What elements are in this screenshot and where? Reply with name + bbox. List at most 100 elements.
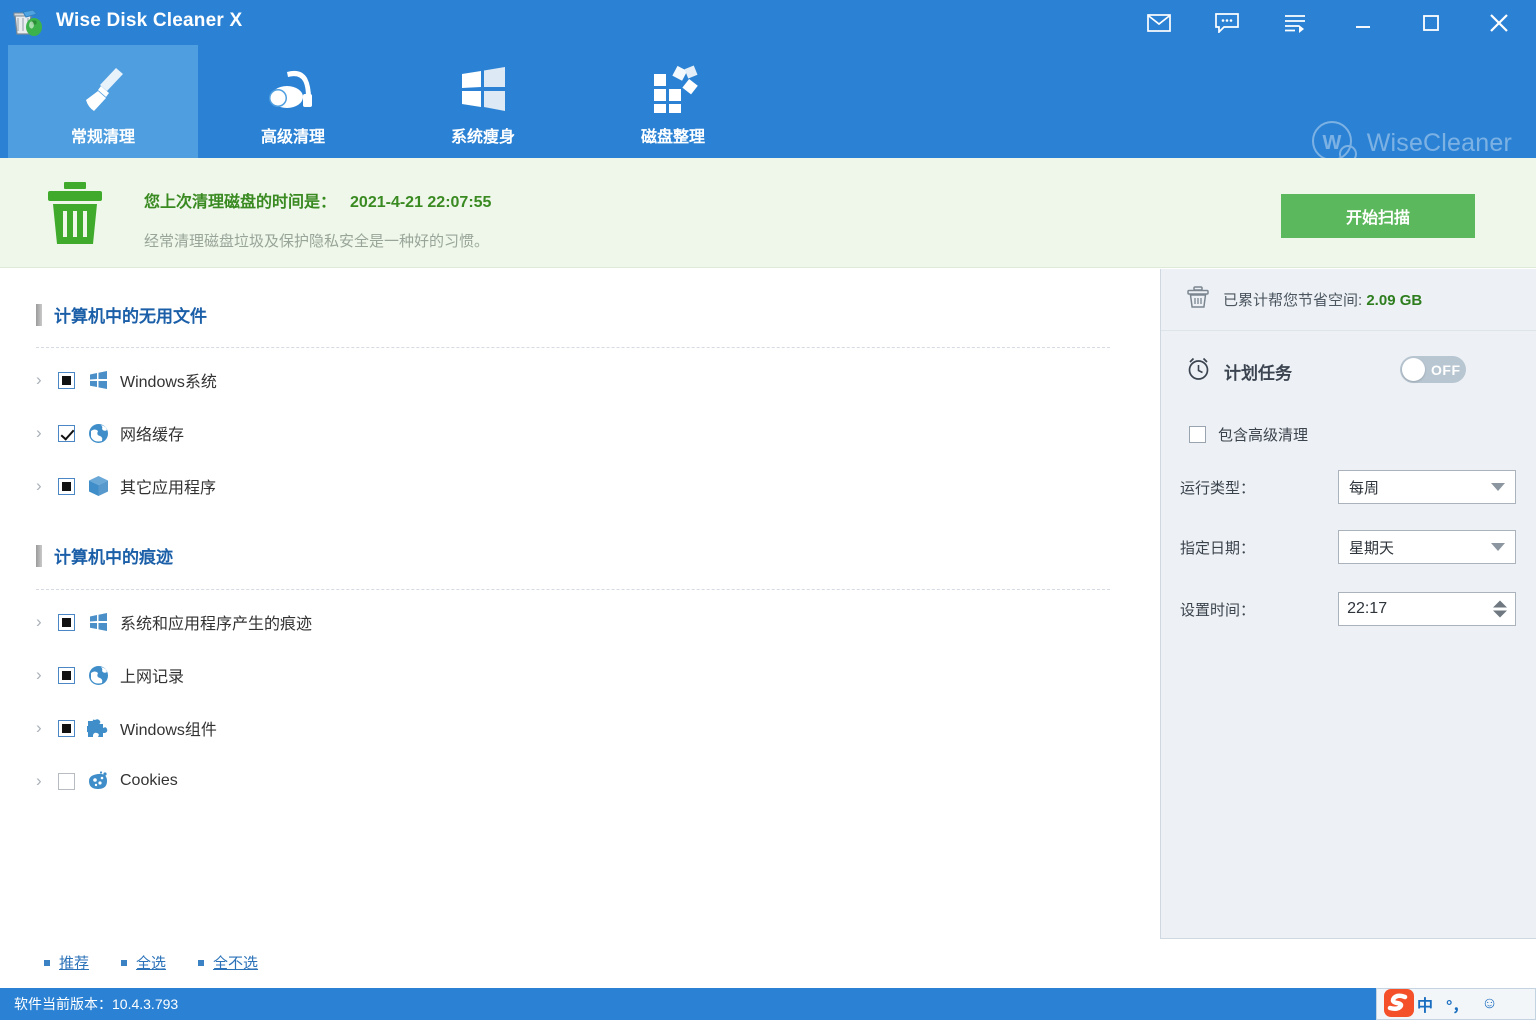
checkbox[interactable] <box>58 372 75 389</box>
mail-icon[interactable] <box>1125 0 1193 45</box>
schedule-task-row: 计划任务 <box>1185 355 1292 387</box>
run-type-value: 每周 <box>1349 477 1379 498</box>
tab-advanced-clean[interactable]: 高级清理 <box>198 45 388 158</box>
start-scan-button[interactable]: 开始扫描 <box>1281 194 1475 238</box>
link-recommended[interactable]: 推荐 <box>44 952 89 973</box>
checkbox[interactable] <box>58 614 75 631</box>
app-logo-icon <box>9 9 51 37</box>
windows-flag-icon <box>87 369 109 391</box>
bullet-icon <box>44 960 50 966</box>
list-item-label: 其它应用程序 <box>120 474 216 498</box>
list-item-label: Windows组件 <box>120 716 217 740</box>
run-type-select[interactable]: 每周 <box>1338 470 1516 504</box>
section-divider <box>36 347 1110 348</box>
chevron-right-icon[interactable]: › <box>36 612 58 632</box>
ime-emoji[interactable]: ☺ <box>1481 995 1497 1013</box>
list-item-other-apps[interactable]: › 其它应用程序 <box>36 469 1110 503</box>
space-saved-text: 已累计帮您节省空间: 2.09 GB <box>1223 289 1422 310</box>
tab-label: 系统瘦身 <box>451 123 515 147</box>
run-type-field: 运行类型： 每周 <box>1180 469 1516 505</box>
tab-label: 磁盘整理 <box>641 123 705 147</box>
brand-watermark-text: WiseCleaner <box>1367 129 1512 158</box>
chevron-right-icon[interactable]: › <box>36 423 58 443</box>
chevron-right-icon[interactable]: › <box>36 665 58 685</box>
checkbox[interactable] <box>58 425 75 442</box>
section-accent-bar <box>36 545 42 567</box>
list-item-windows-components[interactable]: › Windows组件 <box>36 711 1110 745</box>
list-item-browsing-history[interactable]: › 上网记录 <box>36 658 1110 692</box>
broom-icon <box>76 61 130 117</box>
list-item-windows-system[interactable]: › Windows系统 <box>36 363 1110 397</box>
toggle-state-label: OFF <box>1431 362 1461 378</box>
section-header-traces: 计算机中的痕迹 <box>36 543 173 568</box>
spinner-arrows[interactable] <box>1493 601 1507 618</box>
chevron-right-icon[interactable]: › <box>36 370 58 390</box>
chevron-right-icon[interactable]: › <box>36 718 58 738</box>
checkbox[interactable] <box>58 773 75 790</box>
close-icon[interactable] <box>1465 0 1533 45</box>
ime-punctuation[interactable]: °， <box>1446 992 1468 1016</box>
sogou-ime-logo-icon[interactable] <box>1380 986 1416 1020</box>
cookie-icon <box>87 770 109 792</box>
section-title: 计算机中的痕迹 <box>54 543 173 568</box>
list-item-label: 系统和应用程序产生的痕迹 <box>120 610 312 634</box>
arrow-down-icon[interactable] <box>1493 611 1507 618</box>
list-item-web-cache[interactable]: › 网络缓存 <box>36 416 1110 450</box>
version-text: 软件当前版本：10.4.3.793 <box>14 994 178 1014</box>
link-select-all[interactable]: 全选 <box>121 952 166 973</box>
run-time-field: 设置时间： 22:17 <box>1180 591 1516 627</box>
checkbox[interactable] <box>58 720 75 737</box>
include-advanced-clean-checkbox[interactable]: 包含高级清理 <box>1189 424 1308 445</box>
trash-can-icon <box>44 180 106 251</box>
space-saved-value: 2.09 GB <box>1366 292 1422 309</box>
list-item-label: Windows系统 <box>120 368 217 392</box>
status-bar: 软件当前版本：10.4.3.793 <box>0 988 1536 1020</box>
chevron-right-icon[interactable]: › <box>36 771 58 791</box>
bullet-icon <box>198 960 204 966</box>
list-item-system-traces[interactable]: › 系统和应用程序产生的痕迹 <box>36 605 1110 639</box>
checkbox[interactable] <box>1189 426 1206 443</box>
puzzle-piece-icon <box>87 717 109 739</box>
list-item-label: Cookies <box>120 772 178 790</box>
menu-icon[interactable] <box>1261 0 1329 45</box>
run-time-spinner[interactable]: 22:17 <box>1338 592 1516 626</box>
title-bar: Wise Disk Cleaner X <box>0 0 1536 45</box>
ime-mode-chinese[interactable]: 中 <box>1417 992 1433 1016</box>
window-title: Wise Disk Cleaner X <box>56 10 242 32</box>
run-time-value: 22:17 <box>1347 600 1387 618</box>
run-time-label: 设置时间： <box>1180 599 1338 620</box>
checkbox[interactable] <box>58 478 75 495</box>
link-label: 推荐 <box>59 952 89 973</box>
toggle-knob <box>1402 358 1425 381</box>
link-select-none[interactable]: 全不选 <box>198 952 258 973</box>
run-type-label: 运行类型： <box>1180 477 1338 498</box>
last-clean-line: 您上次清理磁盘的时间是：2021-4-21 22:07:55 <box>144 188 491 212</box>
last-clean-date: 2021-4-21 22:07:55 <box>350 194 491 211</box>
selection-links: 推荐 全选 全不选 <box>0 940 1160 985</box>
list-item-cookies[interactable]: › Cookies <box>36 764 1110 798</box>
maximize-icon[interactable] <box>1397 0 1465 45</box>
minimize-icon[interactable] <box>1329 0 1397 45</box>
schedule-toggle[interactable]: OFF <box>1400 356 1466 383</box>
checkbox[interactable] <box>58 667 75 684</box>
sogou-ime-toolbar[interactable]: 中 °， ☺ <box>1376 988 1536 1020</box>
chevron-right-icon[interactable]: › <box>36 476 58 496</box>
clean-items-list: 计算机中的无用文件 › Windows系统 › 网络缓存 › 其它应用程 <box>0 269 1160 939</box>
tab-system-slimming[interactable]: 系统瘦身 <box>388 45 578 158</box>
feedback-icon[interactable] <box>1193 0 1261 45</box>
run-date-select[interactable]: 星期天 <box>1338 530 1516 564</box>
list-item-label: 上网记录 <box>120 663 184 687</box>
windows-flag-icon <box>87 611 109 633</box>
include-advanced-clean-label: 包含高级清理 <box>1218 424 1308 445</box>
list-item-label: 网络缓存 <box>120 421 184 445</box>
arrow-up-icon[interactable] <box>1493 601 1507 608</box>
wise-disk-cleaner-window: Wise Disk Cleaner X <box>0 0 1536 1020</box>
chevron-down-icon <box>1491 543 1505 551</box>
vacuum-icon <box>265 61 321 117</box>
tab-label: 常规清理 <box>71 123 135 147</box>
tab-general-clean[interactable]: 常规清理 <box>8 45 198 158</box>
globe-icon <box>87 664 109 686</box>
svg-text:W: W <box>1322 132 1341 154</box>
tab-disk-defrag[interactable]: 磁盘整理 <box>578 45 768 158</box>
bullet-icon <box>121 960 127 966</box>
